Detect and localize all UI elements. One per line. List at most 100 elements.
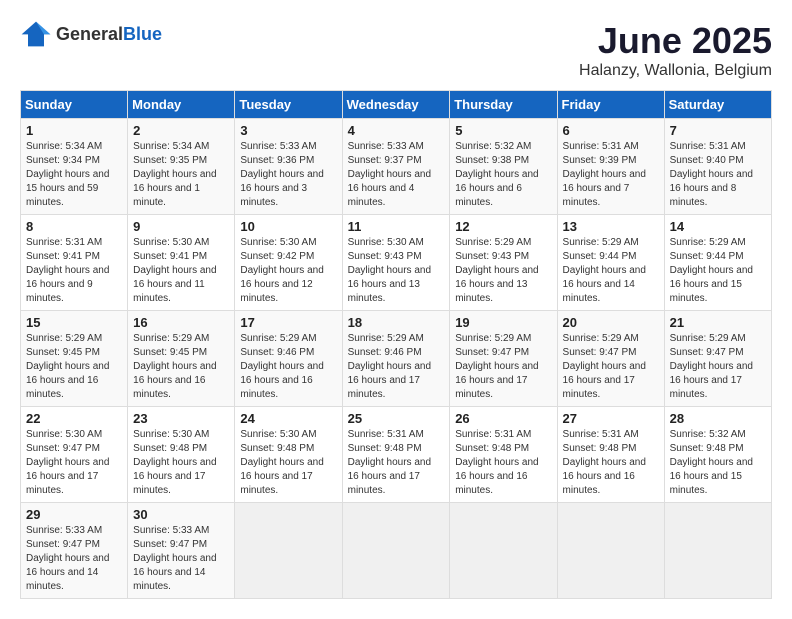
day-info: Sunrise: 5:29 AM Sunset: 9:44 PM Dayligh…: [670, 236, 766, 306]
day-number: 8: [26, 219, 122, 234]
col-sunday: Sunday: [21, 91, 128, 119]
day-info: Sunrise: 5:29 AM Sunset: 9:44 PM Dayligh…: [563, 236, 659, 306]
calendar-week-row: 8 Sunrise: 5:31 AM Sunset: 9:41 PM Dayli…: [21, 215, 772, 311]
month-title: June 2025: [579, 20, 772, 62]
table-row: 20 Sunrise: 5:29 AM Sunset: 9:47 PM Dayl…: [557, 311, 664, 407]
col-wednesday: Wednesday: [342, 91, 450, 119]
day-number: 11: [348, 219, 445, 234]
day-number: 21: [670, 315, 766, 330]
day-number: 5: [455, 123, 551, 138]
table-row: 29 Sunrise: 5:33 AM Sunset: 9:47 PM Dayl…: [21, 503, 128, 599]
day-info: Sunrise: 5:32 AM Sunset: 9:38 PM Dayligh…: [455, 140, 551, 210]
day-number: 16: [133, 315, 229, 330]
calendar-week-row: 1 Sunrise: 5:34 AM Sunset: 9:34 PM Dayli…: [21, 119, 772, 215]
day-info: Sunrise: 5:34 AM Sunset: 9:34 PM Dayligh…: [26, 140, 122, 210]
day-info: Sunrise: 5:29 AM Sunset: 9:45 PM Dayligh…: [133, 332, 229, 402]
day-info: Sunrise: 5:31 AM Sunset: 9:39 PM Dayligh…: [563, 140, 659, 210]
day-info: Sunrise: 5:33 AM Sunset: 9:47 PM Dayligh…: [26, 524, 122, 594]
day-number: 13: [563, 219, 659, 234]
table-row: 13 Sunrise: 5:29 AM Sunset: 9:44 PM Dayl…: [557, 215, 664, 311]
calendar-table: Sunday Monday Tuesday Wednesday Thursday…: [20, 90, 772, 599]
table-row: 30 Sunrise: 5:33 AM Sunset: 9:47 PM Dayl…: [128, 503, 235, 599]
day-info: Sunrise: 5:33 AM Sunset: 9:37 PM Dayligh…: [348, 140, 445, 210]
day-number: 22: [26, 411, 122, 426]
table-row: 10 Sunrise: 5:30 AM Sunset: 9:42 PM Dayl…: [235, 215, 342, 311]
day-info: Sunrise: 5:29 AM Sunset: 9:46 PM Dayligh…: [348, 332, 445, 402]
table-row: 9 Sunrise: 5:30 AM Sunset: 9:41 PM Dayli…: [128, 215, 235, 311]
col-thursday: Thursday: [450, 91, 557, 119]
table-row: 27 Sunrise: 5:31 AM Sunset: 9:48 PM Dayl…: [557, 407, 664, 503]
table-row: 2 Sunrise: 5:34 AM Sunset: 9:35 PM Dayli…: [128, 119, 235, 215]
table-row: 25 Sunrise: 5:31 AM Sunset: 9:48 PM Dayl…: [342, 407, 450, 503]
day-info: Sunrise: 5:31 AM Sunset: 9:48 PM Dayligh…: [348, 428, 445, 498]
day-info: Sunrise: 5:29 AM Sunset: 9:43 PM Dayligh…: [455, 236, 551, 306]
day-info: Sunrise: 5:31 AM Sunset: 9:48 PM Dayligh…: [563, 428, 659, 498]
day-number: 7: [670, 123, 766, 138]
logo-text: GeneralBlue: [56, 24, 162, 45]
table-row: 21 Sunrise: 5:29 AM Sunset: 9:47 PM Dayl…: [664, 311, 771, 407]
day-number: 28: [670, 411, 766, 426]
day-info: Sunrise: 5:30 AM Sunset: 9:42 PM Dayligh…: [240, 236, 336, 306]
col-tuesday: Tuesday: [235, 91, 342, 119]
day-number: 19: [455, 315, 551, 330]
table-row: 17 Sunrise: 5:29 AM Sunset: 9:46 PM Dayl…: [235, 311, 342, 407]
day-number: 27: [563, 411, 659, 426]
table-row: 12 Sunrise: 5:29 AM Sunset: 9:43 PM Dayl…: [450, 215, 557, 311]
day-number: 23: [133, 411, 229, 426]
table-row: 15 Sunrise: 5:29 AM Sunset: 9:45 PM Dayl…: [21, 311, 128, 407]
day-number: 30: [133, 507, 229, 522]
table-row: [664, 503, 771, 599]
col-saturday: Saturday: [664, 91, 771, 119]
table-row: [450, 503, 557, 599]
header-row: Sunday Monday Tuesday Wednesday Thursday…: [21, 91, 772, 119]
day-info: Sunrise: 5:31 AM Sunset: 9:48 PM Dayligh…: [455, 428, 551, 498]
day-info: Sunrise: 5:30 AM Sunset: 9:43 PM Dayligh…: [348, 236, 445, 306]
col-friday: Friday: [557, 91, 664, 119]
day-number: 17: [240, 315, 336, 330]
table-row: 11 Sunrise: 5:30 AM Sunset: 9:43 PM Dayl…: [342, 215, 450, 311]
day-number: 9: [133, 219, 229, 234]
day-number: 6: [563, 123, 659, 138]
table-row: 16 Sunrise: 5:29 AM Sunset: 9:45 PM Dayl…: [128, 311, 235, 407]
page-container: GeneralBlue June 2025 Halanzy, Wallonia,…: [20, 20, 772, 599]
day-info: Sunrise: 5:31 AM Sunset: 9:41 PM Dayligh…: [26, 236, 122, 306]
table-row: 19 Sunrise: 5:29 AM Sunset: 9:47 PM Dayl…: [450, 311, 557, 407]
day-number: 20: [563, 315, 659, 330]
table-row: [342, 503, 450, 599]
day-number: 4: [348, 123, 445, 138]
table-row: 7 Sunrise: 5:31 AM Sunset: 9:40 PM Dayli…: [664, 119, 771, 215]
table-row: 28 Sunrise: 5:32 AM Sunset: 9:48 PM Dayl…: [664, 407, 771, 503]
calendar-week-row: 29 Sunrise: 5:33 AM Sunset: 9:47 PM Dayl…: [21, 503, 772, 599]
day-number: 12: [455, 219, 551, 234]
day-info: Sunrise: 5:31 AM Sunset: 9:40 PM Dayligh…: [670, 140, 766, 210]
calendar-header: Sunday Monday Tuesday Wednesday Thursday…: [21, 91, 772, 119]
day-number: 18: [348, 315, 445, 330]
day-info: Sunrise: 5:30 AM Sunset: 9:48 PM Dayligh…: [133, 428, 229, 498]
day-info: Sunrise: 5:30 AM Sunset: 9:41 PM Dayligh…: [133, 236, 229, 306]
day-info: Sunrise: 5:29 AM Sunset: 9:47 PM Dayligh…: [455, 332, 551, 402]
table-row: 24 Sunrise: 5:30 AM Sunset: 9:48 PM Dayl…: [235, 407, 342, 503]
day-number: 25: [348, 411, 445, 426]
day-info: Sunrise: 5:33 AM Sunset: 9:36 PM Dayligh…: [240, 140, 336, 210]
table-row: [557, 503, 664, 599]
day-info: Sunrise: 5:30 AM Sunset: 9:48 PM Dayligh…: [240, 428, 336, 498]
day-number: 3: [240, 123, 336, 138]
table-row: 18 Sunrise: 5:29 AM Sunset: 9:46 PM Dayl…: [342, 311, 450, 407]
logo: GeneralBlue: [20, 20, 162, 48]
day-number: 2: [133, 123, 229, 138]
day-info: Sunrise: 5:30 AM Sunset: 9:47 PM Dayligh…: [26, 428, 122, 498]
day-info: Sunrise: 5:29 AM Sunset: 9:45 PM Dayligh…: [26, 332, 122, 402]
day-number: 14: [670, 219, 766, 234]
title-area: June 2025 Halanzy, Wallonia, Belgium: [579, 20, 772, 80]
table-row: 26 Sunrise: 5:31 AM Sunset: 9:48 PM Dayl…: [450, 407, 557, 503]
day-info: Sunrise: 5:34 AM Sunset: 9:35 PM Dayligh…: [133, 140, 229, 210]
day-number: 24: [240, 411, 336, 426]
table-row: 22 Sunrise: 5:30 AM Sunset: 9:47 PM Dayl…: [21, 407, 128, 503]
table-row: 1 Sunrise: 5:34 AM Sunset: 9:34 PM Dayli…: [21, 119, 128, 215]
table-row: 8 Sunrise: 5:31 AM Sunset: 9:41 PM Dayli…: [21, 215, 128, 311]
calendar-week-row: 15 Sunrise: 5:29 AM Sunset: 9:45 PM Dayl…: [21, 311, 772, 407]
table-row: 3 Sunrise: 5:33 AM Sunset: 9:36 PM Dayli…: [235, 119, 342, 215]
table-row: 5 Sunrise: 5:32 AM Sunset: 9:38 PM Dayli…: [450, 119, 557, 215]
logo-general: General: [56, 24, 123, 44]
day-info: Sunrise: 5:32 AM Sunset: 9:48 PM Dayligh…: [670, 428, 766, 498]
